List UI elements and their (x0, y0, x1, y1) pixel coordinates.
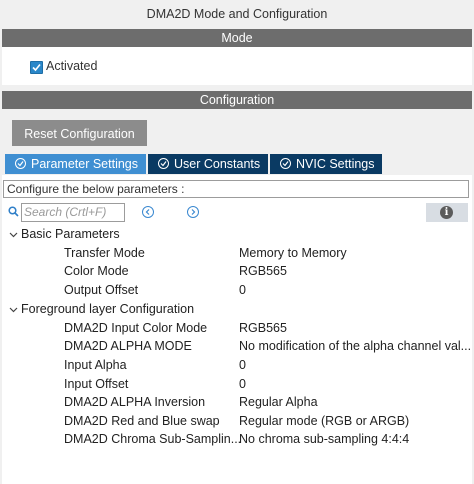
chevron-left-icon (145, 209, 150, 215)
search-input[interactable]: Search (Crtl+F) (21, 203, 125, 222)
check-circle-icon (15, 158, 26, 169)
param-label: Input Alpha (64, 358, 127, 372)
group-label: Basic Parameters (21, 227, 120, 241)
tab-label: User Constants (174, 157, 261, 171)
param-value[interactable]: RGB565 (239, 264, 287, 278)
param-value[interactable]: 0 (239, 377, 246, 391)
param-value[interactable]: 0 (239, 283, 246, 297)
info-button[interactable]: i (426, 203, 468, 222)
param-value[interactable]: RGB565 (239, 321, 287, 335)
group-basic-parameters[interactable]: Basic Parameters (9, 227, 120, 241)
param-label: Output Offset (64, 283, 139, 297)
search-icon (8, 206, 19, 217)
tab-parameter-settings[interactable]: Parameter Settings (5, 154, 146, 174)
check-circle-icon (280, 158, 291, 169)
mode-header: Mode (2, 29, 472, 47)
activated-label: Activated (46, 59, 98, 73)
info-icon: i (440, 206, 453, 219)
activated-checkbox[interactable] (30, 61, 43, 74)
param-label: DMA2D Input Color Mode (64, 321, 208, 335)
window-title: DMA2D Mode and Configuration (0, 0, 474, 28)
param-value[interactable]: No chroma sub-sampling 4:4:4 (239, 432, 409, 446)
configure-hint-field: Configure the below parameters : (3, 180, 469, 198)
param-value[interactable]: No modification of the alpha channel val… (239, 339, 471, 353)
param-label: DMA2D ALPHA Inversion (64, 395, 206, 409)
chevron-right-icon (191, 209, 196, 215)
checkmark-icon (32, 63, 41, 72)
param-value[interactable]: Memory to Memory (239, 246, 347, 260)
param-label: DMA2D ALPHA MODE (64, 339, 192, 353)
tab-label: Parameter Settings (31, 157, 138, 171)
chevron-down-icon (9, 302, 21, 316)
param-value[interactable]: 0 (239, 358, 246, 372)
param-label: Color Mode (64, 264, 129, 278)
param-label: Transfer Mode (64, 246, 145, 260)
tab-user-constants[interactable]: User Constants (148, 154, 268, 174)
check-circle-icon (158, 158, 169, 169)
group-foreground-layer[interactable]: Foreground layer Configuration (9, 302, 194, 316)
param-label: Input Offset (64, 377, 129, 391)
chevron-down-icon (9, 227, 21, 241)
search-previous-button[interactable] (142, 206, 154, 218)
configuration-header: Configuration (2, 91, 472, 109)
tab-label: NVIC Settings (296, 157, 375, 171)
param-value[interactable]: Regular mode (RGB or ARGB) (239, 414, 409, 428)
param-label: DMA2D Chroma Sub-Samplin... (64, 432, 242, 446)
reset-configuration-button[interactable]: Reset Configuration (12, 120, 147, 146)
param-value[interactable]: Regular Alpha (239, 395, 318, 409)
group-label: Foreground layer Configuration (21, 302, 195, 316)
search-next-button[interactable] (187, 206, 199, 218)
param-label: DMA2D Red and Blue swap (64, 414, 220, 428)
tab-nvic-settings[interactable]: NVIC Settings (270, 154, 382, 174)
